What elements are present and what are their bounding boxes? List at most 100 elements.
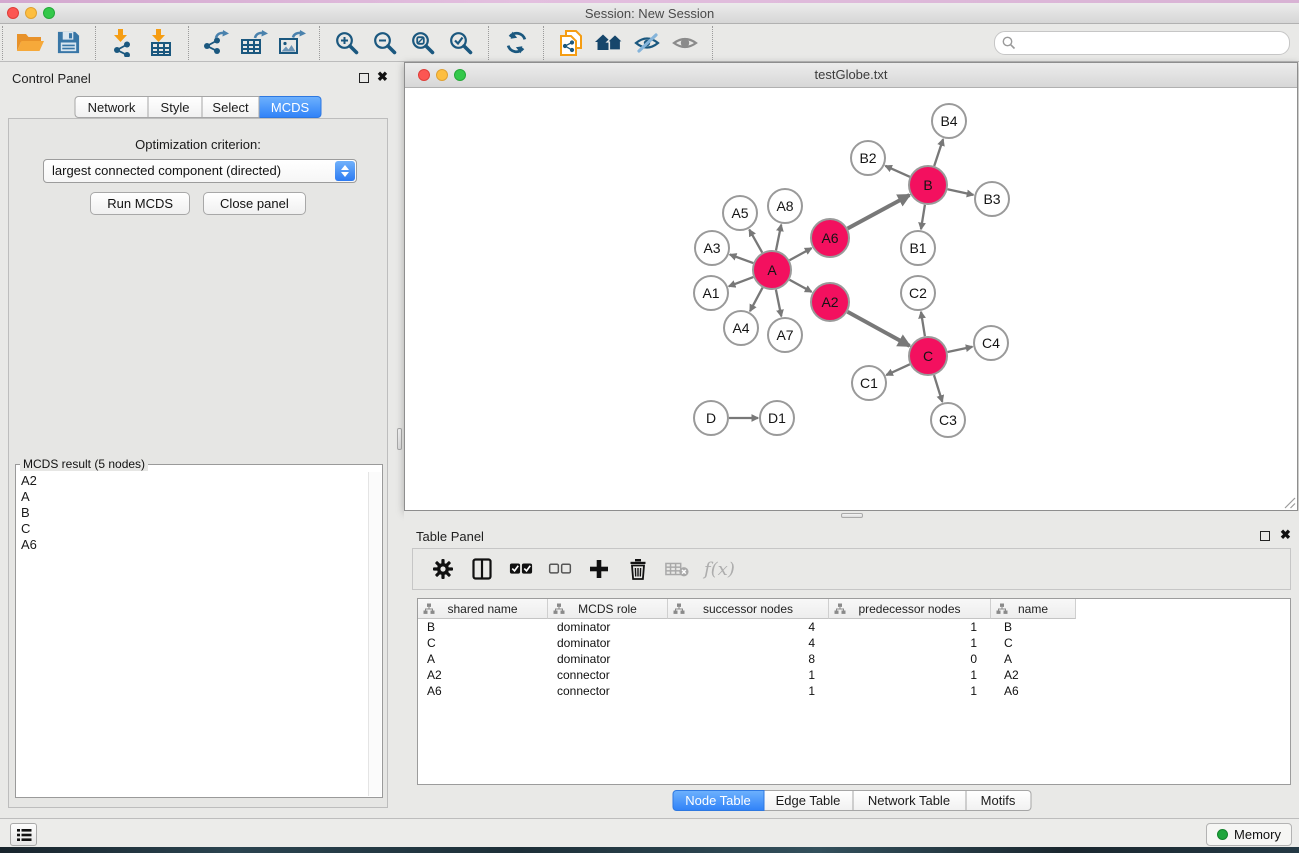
network-graph[interactable]: B4B2BB3A8A5A6A3B1AA1C2A2A4A7C4CC1C3DD1 [405, 89, 1297, 511]
graph-edge-A-A8[interactable] [776, 225, 781, 251]
graph-edge-A-A2[interactable] [790, 280, 812, 292]
table-cell[interactable]: 1 [829, 635, 991, 651]
tab-network-table[interactable]: Network Table [853, 790, 966, 811]
tab-motifs[interactable]: Motifs [966, 790, 1031, 811]
table-cell[interactable]: 0 [829, 651, 991, 667]
vertical-splitter[interactable] [396, 62, 404, 818]
graph-node-B1[interactable]: B1 [901, 231, 935, 265]
graph-node-D[interactable]: D [694, 401, 728, 435]
table-row[interactable]: A6connector11A6 [418, 683, 1290, 699]
table-row[interactable]: Cdominator41C [418, 635, 1290, 651]
run-mcds-button[interactable]: Run MCDS [90, 192, 190, 215]
graph-edge-C-C2[interactable] [921, 312, 925, 336]
gear-icon[interactable] [431, 557, 455, 581]
mcds-result-item[interactable]: C [18, 521, 366, 537]
graph-node-C4[interactable]: C4 [974, 326, 1008, 360]
select-all-icon[interactable] [509, 557, 533, 581]
table-cell[interactable]: A [991, 651, 1076, 667]
import-table-icon[interactable] [142, 26, 180, 60]
graph-node-A4[interactable]: A4 [724, 311, 758, 345]
graph-node-A1[interactable]: A1 [694, 276, 728, 310]
graph-edge-A-A5[interactable] [749, 230, 762, 253]
graph-node-A8[interactable]: A8 [768, 189, 802, 223]
deselect-all-icon[interactable] [548, 557, 572, 581]
delete-column-icon[interactable] [626, 557, 650, 581]
table-cell[interactable]: 1 [668, 667, 829, 683]
graph-edge-A-A6[interactable] [790, 248, 812, 260]
graph-edge-C-C4[interactable] [948, 347, 973, 352]
export-image-icon[interactable] [273, 26, 311, 60]
network-canvas[interactable]: B4B2BB3A8A5A6A3B1AA1C2A2A4A7C4CC1C3DD1 [405, 89, 1297, 510]
graph-node-C[interactable]: C [909, 337, 947, 375]
graph-edge-A-A3[interactable] [730, 255, 753, 264]
export-network-icon[interactable] [197, 26, 235, 60]
table-cell[interactable]: 1 [829, 619, 991, 635]
graph-node-B4[interactable]: B4 [932, 104, 966, 138]
open-file-icon[interactable] [11, 26, 49, 60]
graph-node-A3[interactable]: A3 [695, 231, 729, 265]
tab-network[interactable]: Network [75, 96, 149, 118]
column-header-MCDS-role[interactable]: MCDS role [548, 599, 668, 619]
split-columns-icon[interactable] [470, 557, 494, 581]
graph-node-C3[interactable]: C3 [931, 403, 965, 437]
zoom-selected-icon[interactable] [442, 26, 480, 60]
splitter-handle[interactable] [841, 513, 863, 518]
memory-button[interactable]: Memory [1206, 823, 1292, 846]
table-cell[interactable]: 4 [668, 635, 829, 651]
mcds-result-item[interactable]: A2 [18, 473, 366, 489]
table-cell[interactable]: 1 [829, 683, 991, 699]
table-cell[interactable]: dominator [548, 635, 668, 651]
close-panel-icon[interactable]: ✖ [377, 69, 388, 85]
horizontal-splitter[interactable] [404, 511, 1299, 520]
graph-edge-B-B3[interactable] [948, 189, 974, 195]
graph-edge-A-A7[interactable] [776, 290, 781, 317]
zoom-out-icon[interactable] [366, 26, 404, 60]
graph-node-A[interactable]: A [753, 251, 791, 289]
graph-edge-B-B2[interactable] [885, 166, 910, 177]
zoom-fit-icon[interactable] [404, 26, 442, 60]
resize-grip-icon[interactable] [1284, 497, 1296, 509]
float-panel-icon[interactable] [1260, 531, 1270, 541]
table-cell[interactable]: C [991, 635, 1076, 651]
import-network-icon[interactable] [104, 26, 142, 60]
criterion-select[interactable]: largest connected component (directed) [43, 159, 357, 183]
tab-style[interactable]: Style [149, 96, 203, 118]
function-builder-icon[interactable]: f(x) [704, 557, 735, 581]
graph-edge-A6-B[interactable] [848, 195, 910, 229]
graph-node-A6[interactable]: A6 [811, 219, 849, 257]
save-session-icon[interactable] [49, 26, 87, 60]
table-cell[interactable]: A6 [991, 683, 1076, 699]
add-column-icon[interactable] [587, 557, 611, 581]
table-cell[interactable]: dominator [548, 619, 668, 635]
mcds-result-item[interactable]: A [18, 489, 366, 505]
delete-table-icon[interactable] [665, 557, 689, 581]
session-documents-icon[interactable] [552, 26, 590, 60]
tab-mcds[interactable]: MCDS [260, 96, 322, 118]
graph-node-C1[interactable]: C1 [852, 366, 886, 400]
graph-node-D1[interactable]: D1 [760, 401, 794, 435]
tab-node-table[interactable]: Node Table [672, 790, 764, 811]
float-panel-icon[interactable] [359, 73, 369, 83]
refresh-icon[interactable] [497, 26, 535, 60]
graph-node-C2[interactable]: C2 [901, 276, 935, 310]
table-cell[interactable]: 8 [668, 651, 829, 667]
table-cell[interactable]: dominator [548, 651, 668, 667]
graph-edge-C-C3[interactable] [934, 375, 942, 402]
mcds-result-item[interactable]: B [18, 505, 366, 521]
tab-edge-table[interactable]: Edge Table [764, 790, 853, 811]
table-cell[interactable]: A2 [991, 667, 1076, 683]
table-row[interactable]: Adominator80A [418, 651, 1290, 667]
result-scrollbar[interactable] [368, 472, 381, 796]
show-graphics-details-icon[interactable] [666, 26, 704, 60]
show-task-list-button[interactable] [10, 823, 37, 846]
table-cell[interactable]: 1 [668, 683, 829, 699]
close-panel-icon[interactable]: ✖ [1280, 527, 1291, 543]
splitter-handle[interactable] [397, 428, 402, 450]
zoom-in-icon[interactable] [328, 26, 366, 60]
table-cell[interactable]: 4 [668, 619, 829, 635]
table-cell[interactable]: connector [548, 683, 668, 699]
table-cell[interactable]: 1 [829, 667, 991, 683]
search-input[interactable] [994, 31, 1290, 55]
graph-node-B2[interactable]: B2 [851, 141, 885, 175]
graph-edge-A-A4[interactable] [750, 288, 763, 312]
